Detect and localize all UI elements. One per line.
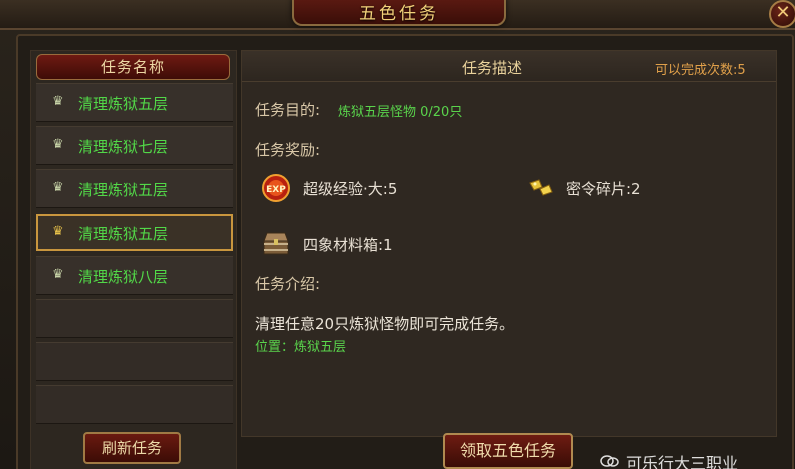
window-title: 五色任务 (359, 4, 439, 24)
quest-window: 五色任务 ✕ 任务名称 ♛ 清理炼狱五层 ♛ 清理炼狱七层 ♛ 清理炼狱五层 ♛… (0, 0, 795, 469)
crown-icon: ♛ (52, 94, 64, 109)
token-fragment-icon[interactable] (526, 173, 556, 203)
task-list-header: 任务名称 (36, 54, 230, 80)
claim-quest-button[interactable]: 领取五色任务 (443, 433, 573, 469)
crown-icon: ♛ (52, 224, 64, 239)
task-item-label: 清理炼狱七层 (78, 138, 169, 156)
wechat-icon (600, 455, 619, 467)
crown-icon: ♛ (52, 180, 64, 195)
task-item[interactable]: ♛ 清理炼狱五层 (36, 83, 233, 122)
detail-title: 任务描述 (462, 59, 523, 77)
svg-text:EXP: EXP (266, 185, 286, 195)
location-text: 位置：炼狱五层 (255, 340, 347, 355)
title-bar: 五色任务 (0, 0, 795, 30)
intro-text: 清理任意20只炼狱怪物即可完成任务。 (255, 315, 515, 333)
reward-chest-text: 四象材料箱:1 (303, 236, 393, 254)
task-item[interactable]: ♛ 清理炼狱八层 (36, 256, 233, 295)
task-item-label: 清理炼狱五层 (78, 225, 169, 243)
refresh-tasks-button[interactable]: 刷新任务 (83, 432, 181, 464)
task-item-label: 清理炼狱五层 (78, 181, 169, 199)
completion-count: 可以完成次数:5 (655, 63, 746, 78)
reward-token-text: 密令碎片:2 (566, 180, 641, 198)
task-list-panel: 任务名称 ♛ 清理炼狱五层 ♛ 清理炼狱七层 ♛ 清理炼狱五层 ♛ 清理炼狱五层… (30, 50, 237, 469)
task-item-selected[interactable]: ♛ 清理炼狱五层 (36, 214, 233, 251)
crown-icon: ♛ (52, 267, 64, 282)
watermark: 可乐行大三职业 (600, 452, 795, 469)
crown-icon: ♛ (52, 137, 64, 152)
exp-orb-icon[interactable]: EXP (261, 173, 291, 203)
title-plate: 五色任务 (292, 0, 506, 26)
task-item[interactable]: ♛ 清理炼狱五层 (36, 169, 233, 208)
watermark-text: 可乐行大三职业 (626, 454, 739, 469)
task-slot-empty (36, 299, 233, 338)
rewards-label: 任务奖励: (255, 141, 321, 159)
task-item-label: 清理炼狱五层 (78, 95, 169, 113)
close-button[interactable]: ✕ (769, 0, 795, 28)
task-detail-panel: 任务描述 可以完成次数:5 任务目的: 炼狱五层怪物 0/20只 任务奖励: E… (241, 50, 777, 437)
task-detail-header: 任务描述 可以完成次数:5 (242, 51, 776, 82)
task-slot-empty (36, 342, 233, 381)
objective-label: 任务目的: (255, 101, 321, 119)
task-item-label: 清理炼狱八层 (78, 268, 169, 286)
reward-exp-text: 超级经验·大:5 (303, 180, 398, 198)
task-slot-empty (36, 385, 233, 424)
intro-label: 任务介绍: (255, 275, 321, 293)
objective-value: 炼狱五层怪物 0/20只 (338, 105, 463, 120)
treasure-chest-icon[interactable] (261, 228, 291, 258)
task-item[interactable]: ♛ 清理炼狱七层 (36, 126, 233, 165)
